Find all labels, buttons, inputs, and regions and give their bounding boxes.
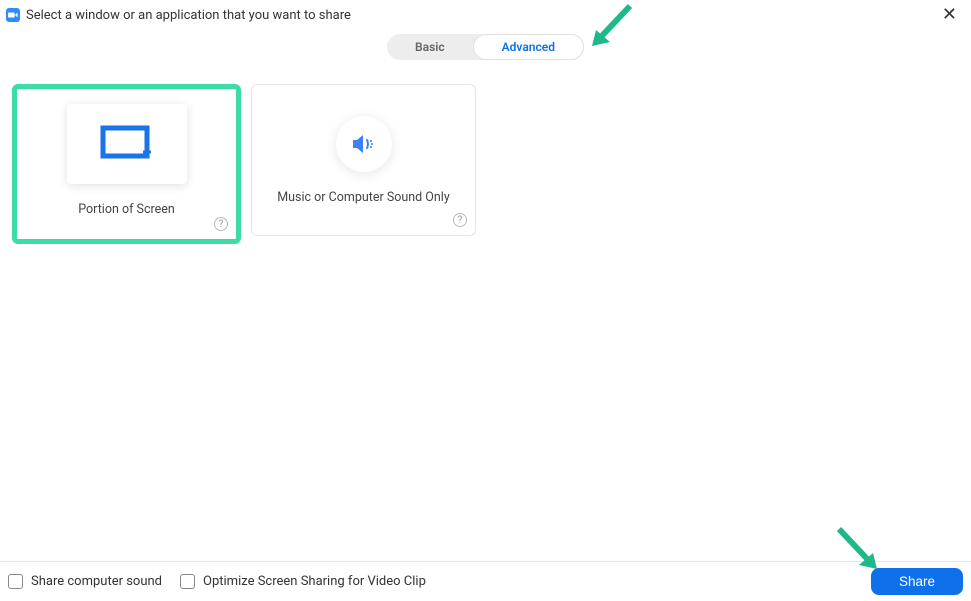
zoom-app-icon [6, 8, 20, 22]
sound-icon-wrap [336, 116, 392, 172]
share-options-grid: Portion of Screen ? Music or Computer So… [0, 60, 971, 244]
dialog-footer: Share computer sound Optimize Screen Sha… [0, 561, 971, 601]
header-left: Select a window or an application that y… [6, 8, 351, 23]
dialog-title: Select a window or an application that y… [26, 8, 351, 23]
tabs-container: Basic Advanced [0, 34, 971, 60]
dialog-header: Select a window or an application that y… [0, 0, 971, 28]
help-icon[interactable]: ? [214, 217, 228, 231]
checkbox-box [180, 574, 195, 589]
tab-basic[interactable]: Basic [387, 34, 473, 60]
portion-icon-wrap [67, 104, 187, 184]
checkbox-label: Share computer sound [31, 574, 162, 589]
tab-group: Basic Advanced [387, 34, 584, 60]
close-button[interactable]: ✕ [938, 6, 961, 24]
share-button[interactable]: Share [871, 568, 963, 595]
footer-options: Share computer sound Optimize Screen Sha… [8, 574, 426, 589]
checkbox-share-sound[interactable]: Share computer sound [8, 574, 162, 589]
option-portion-of-screen[interactable]: Portion of Screen ? [12, 84, 241, 244]
portion-screen-icon [99, 124, 155, 164]
tab-advanced[interactable]: Advanced [473, 34, 584, 60]
option-music-sound-only[interactable]: Music or Computer Sound Only ? [251, 84, 476, 236]
checkbox-box [8, 574, 23, 589]
checkbox-optimize-video[interactable]: Optimize Screen Sharing for Video Clip [180, 574, 426, 589]
checkbox-label: Optimize Screen Sharing for Video Clip [203, 574, 426, 589]
help-icon[interactable]: ? [453, 213, 467, 227]
speaker-icon [350, 132, 378, 156]
option-label: Music or Computer Sound Only [277, 190, 450, 205]
option-label: Portion of Screen [78, 202, 175, 217]
